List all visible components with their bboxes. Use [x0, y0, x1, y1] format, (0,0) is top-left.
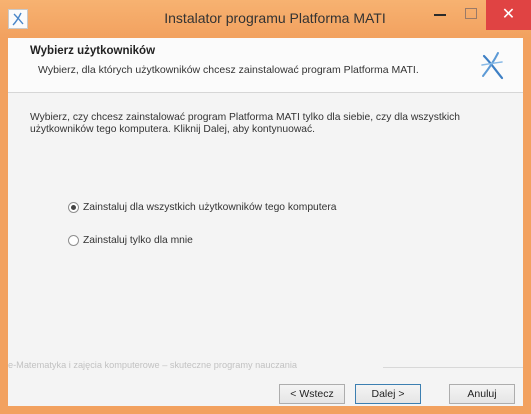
title-bar[interactable]: Instalator programu Platforma MATI ✕ [0, 0, 531, 38]
option-only-me[interactable]: Zainstaluj tylko dla mnie [68, 235, 193, 246]
page-subtitle: Wybierz, dla których użytkowników chcesz… [38, 64, 419, 76]
installer-window: Instalator programu Platforma MATI ✕ Wyb… [0, 0, 531, 414]
option-all-users-label[interactable]: Zainstaluj dla wszystkich użytkowników t… [83, 202, 337, 213]
wizard-header: Wybierz użytkowników Wybierz, dla któryc… [8, 38, 523, 93]
branding-footer: e-Matematyka i zajęcia komputerowe – sku… [8, 360, 523, 374]
option-only-me-label[interactable]: Zainstaluj tylko dla mnie [83, 235, 193, 246]
cancel-button[interactable]: Anuluj [449, 384, 515, 404]
radio-only-me[interactable] [68, 235, 79, 246]
minimize-button[interactable] [424, 0, 456, 30]
next-button[interactable]: Dalej > [355, 384, 421, 404]
close-button[interactable]: ✕ [486, 0, 531, 30]
option-all-users[interactable]: Zainstaluj dla wszystkich użytkowników t… [68, 202, 337, 213]
maximize-icon [465, 8, 477, 19]
back-button[interactable]: < Wstecz [279, 384, 345, 404]
maximize-button[interactable] [456, 0, 486, 30]
branding-divider [383, 367, 523, 368]
wizard-content: Wybierz użytkowników Wybierz, dla któryc… [8, 38, 523, 406]
description-text: Wybierz, czy chcesz zainstalować program… [30, 112, 461, 135]
app-logo-icon[interactable] [8, 9, 28, 29]
branding-text: e-Matematyka i zajęcia komputerowe – sku… [8, 360, 298, 370]
mati-logo-icon [478, 50, 506, 86]
page-title: Wybierz użytkowników [30, 45, 156, 57]
radio-all-users[interactable] [68, 202, 79, 213]
window-title: Instalator programu Platforma MATI [164, 10, 386, 26]
close-icon: ✕ [501, 6, 516, 23]
minimize-icon [434, 14, 446, 16]
